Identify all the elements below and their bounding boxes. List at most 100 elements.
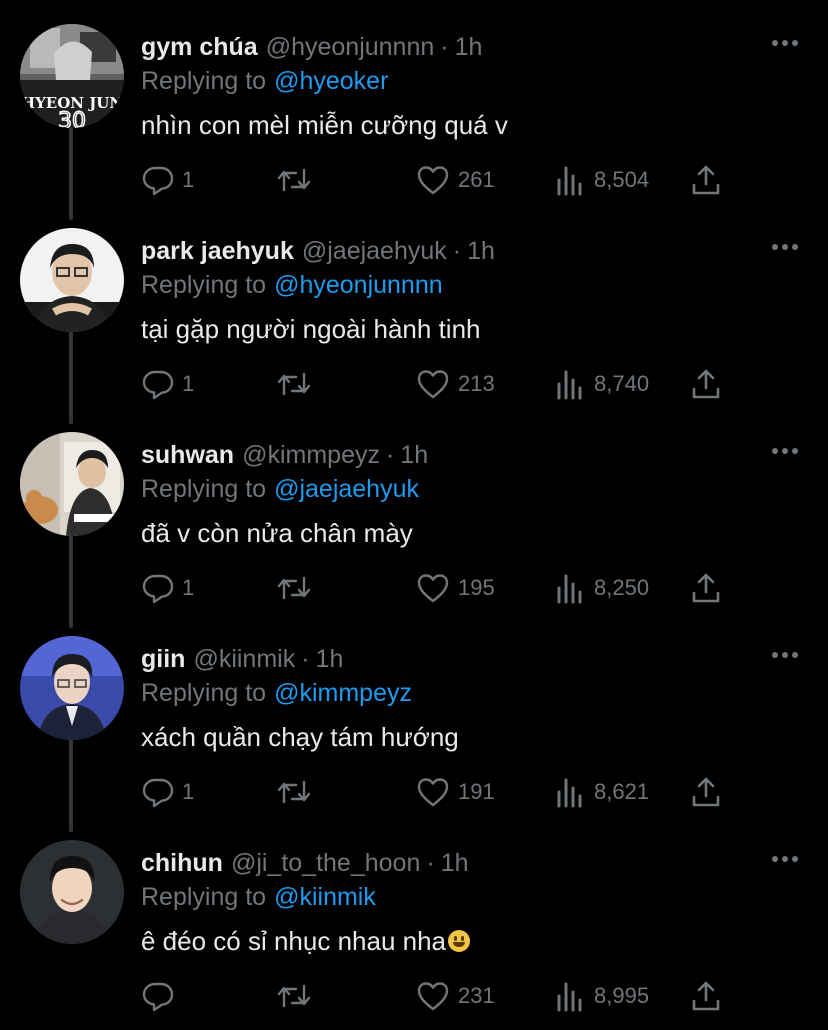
share-button[interactable] [690, 570, 722, 606]
avatar[interactable] [20, 228, 124, 332]
display-name[interactable]: suhwan [141, 441, 234, 469]
reply-button[interactable]: 1 [142, 774, 194, 810]
views-count: 8,504 [594, 167, 650, 192]
tweet-text: xách quần chạy tám hướng [141, 722, 459, 752]
reply-icon [142, 982, 174, 1012]
reply-count: 1 [182, 371, 195, 396]
separator-dot: · [440, 33, 449, 61]
like-button[interactable]: 261 [416, 162, 495, 198]
tweet-actions: 1 261 8,504 [0, 162, 828, 198]
tweet-text: nhìn con mèl miễn cưỡng quá v [141, 110, 508, 140]
views-icon [557, 166, 582, 196]
share-button[interactable] [690, 774, 722, 810]
like-button[interactable]: 195 [416, 570, 495, 606]
replying-to-label: Replying to [141, 883, 267, 911]
replying-to-mention[interactable]: @hyeonjunnnn [274, 271, 443, 299]
username[interactable]: @kiinmik [193, 645, 295, 673]
more-horizontal-icon[interactable] [772, 40, 798, 48]
display-name[interactable]: chihun [141, 849, 223, 877]
retweet-button[interactable] [276, 570, 320, 606]
separator-dot: · [426, 849, 435, 877]
username[interactable]: @kimmpeyz [242, 441, 380, 469]
more-horizontal-icon[interactable] [772, 244, 798, 252]
retweet-icon [277, 576, 311, 600]
timestamp[interactable]: 1h [467, 237, 495, 265]
reply-button[interactable] [142, 978, 182, 1014]
retweet-button[interactable] [276, 366, 320, 402]
reply-icon [142, 166, 174, 196]
reply-button[interactable]: 1 [142, 570, 194, 606]
tweet[interactable]: chihun @ji_to_the_hoon · 1h Replying to @kii… [0, 822, 828, 1026]
tweet[interactable]: HYEON JUN 30 gym chúa @hyeonjunnnn · 1h Rep… [0, 6, 828, 210]
heart-icon [417, 574, 449, 603]
views-button[interactable]: 8,995 [556, 978, 649, 1014]
display-name[interactable]: gym chúa [141, 33, 258, 61]
avatar[interactable]: HYEON JUN 30 [20, 24, 124, 128]
views-icon [557, 982, 582, 1012]
views-count: 8,740 [594, 371, 650, 396]
separator-dot: · [452, 237, 462, 265]
like-button[interactable]: 191 [416, 774, 495, 810]
more-horizontal-icon[interactable] [772, 856, 798, 864]
like-count: 191 [458, 779, 495, 804]
views-count: 8,995 [594, 983, 650, 1008]
tweet[interactable]: giin @kiinmik · 1h Replying to @kimmpeyz xác… [0, 618, 828, 822]
replying-to-mention[interactable]: @kimmpeyz [274, 679, 412, 707]
reply-button[interactable]: 1 [142, 162, 194, 198]
share-button[interactable] [690, 978, 722, 1014]
retweet-icon [277, 780, 311, 804]
tweet-text: ê đéo có sỉ nhục nhau nha [141, 926, 447, 956]
username[interactable]: @hyeonjunnnn [266, 33, 435, 61]
replying-to: Replying to @kimmpeyz [141, 676, 412, 710]
replying-to: Replying to @kiinmik [141, 880, 376, 914]
views-button[interactable]: 8,250 [556, 570, 649, 606]
views-icon [557, 574, 582, 604]
username[interactable]: @ji_to_the_hoon [231, 849, 420, 877]
views-button[interactable]: 8,740 [556, 366, 649, 402]
replying-to-label: Replying to [141, 679, 267, 707]
heart-icon [417, 982, 449, 1011]
replying-to-label: Replying to [141, 67, 267, 95]
avatar[interactable] [20, 840, 124, 944]
more-horizontal-icon[interactable] [772, 652, 798, 660]
tweet-text: đã v còn nửa chân mày [141, 518, 413, 548]
views-icon [557, 370, 582, 400]
views-button[interactable]: 8,621 [556, 774, 649, 810]
display-name[interactable]: giin [141, 645, 185, 673]
grinning-face-emoji [448, 930, 471, 952]
reply-button[interactable]: 1 [142, 366, 194, 402]
share-button[interactable] [690, 162, 722, 198]
replying-to-label: Replying to [141, 475, 267, 503]
timestamp[interactable]: 1h [441, 849, 469, 877]
username[interactable]: @jaejaehyuk [302, 237, 447, 265]
tweet-header: suhwan @kimmpeyz · 1h [141, 438, 428, 472]
share-icon [692, 165, 720, 195]
tweet-text-container: ê đéo có sỉ nhục nhau nha [141, 923, 471, 959]
share-icon [692, 981, 720, 1011]
svg-text:30: 30 [58, 109, 86, 128]
replying-to-mention[interactable]: @jaejaehyuk [274, 475, 419, 503]
timestamp[interactable]: 1h [400, 441, 428, 469]
timestamp[interactable]: 1h [316, 645, 344, 673]
like-button[interactable]: 213 [416, 366, 495, 402]
retweet-button[interactable] [276, 978, 320, 1014]
more-horizontal-icon[interactable] [772, 448, 798, 456]
views-button[interactable]: 8,504 [556, 162, 649, 198]
timestamp[interactable]: 1h [455, 33, 483, 61]
avatar[interactable] [20, 432, 124, 536]
tweet[interactable]: suhwan @kimmpeyz · 1h Replying to @jaejaehyu… [0, 414, 828, 618]
share-button[interactable] [690, 366, 722, 402]
replying-to-mention[interactable]: @kiinmik [274, 883, 376, 911]
tweet[interactable]: park jaehyuk @jaejaehyuk · 1h Replying to @h… [0, 210, 828, 414]
tweet-header: gym chúa @hyeonjunnnn · 1h [141, 30, 482, 64]
reply-icon [142, 778, 174, 808]
retweet-button[interactable] [276, 774, 320, 810]
tweet-header: chihun @ji_to_the_hoon · 1h [141, 846, 469, 880]
like-button[interactable]: 231 [416, 978, 495, 1014]
avatar[interactable] [20, 636, 124, 740]
replying-to-mention[interactable]: @hyeoker [274, 67, 388, 95]
display-name[interactable]: park jaehyuk [141, 237, 294, 265]
views-icon [557, 778, 582, 808]
share-icon [692, 369, 720, 399]
retweet-button[interactable] [276, 162, 320, 198]
